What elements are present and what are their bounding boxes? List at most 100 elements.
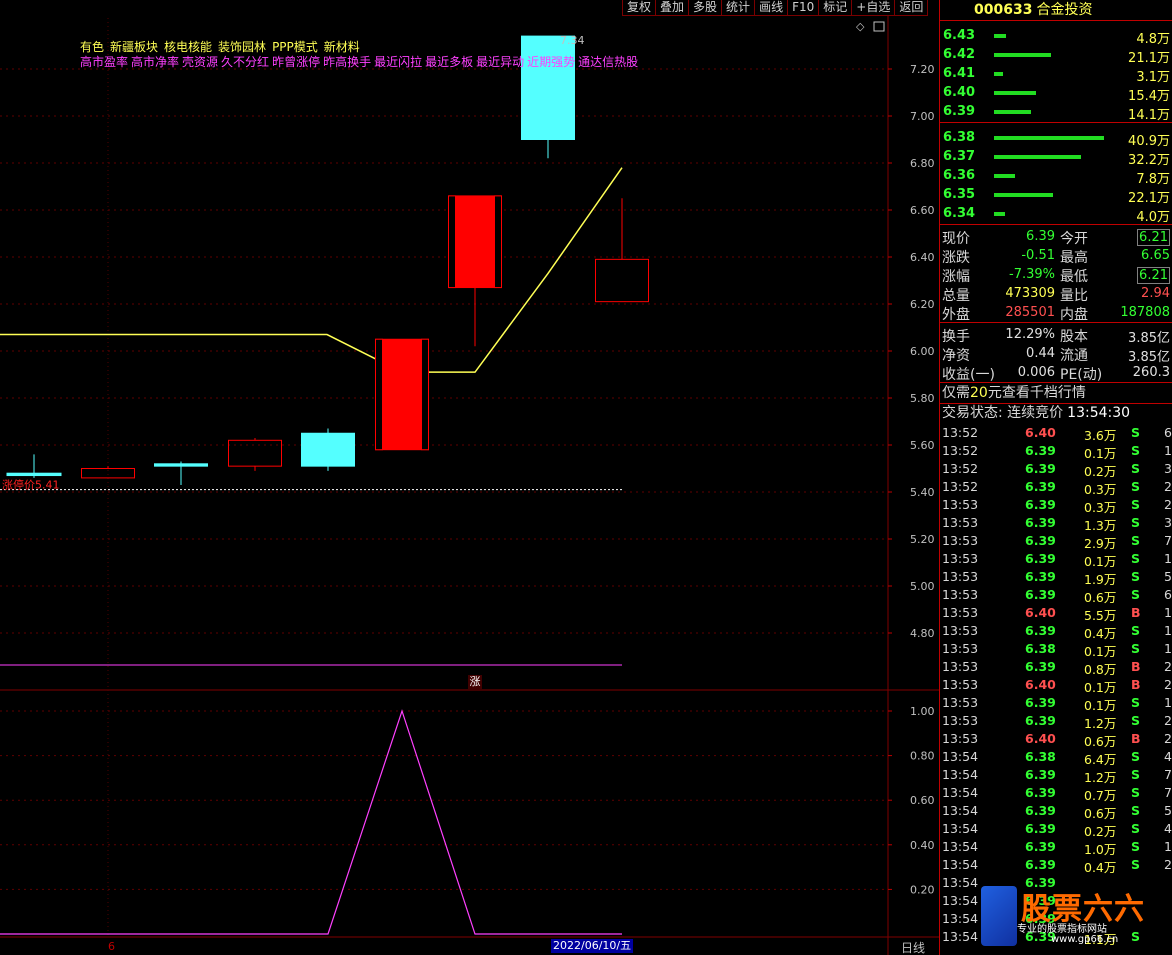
tick-count: 2 bbox=[1164, 731, 1172, 746]
feature-tag: 高市盈率 bbox=[80, 55, 129, 69]
ask-row: 6.41 3.1万 bbox=[940, 64, 1172, 85]
window-icon bbox=[873, 21, 885, 32]
tick-count: 2 bbox=[1164, 479, 1172, 494]
candle[interactable] bbox=[595, 198, 649, 303]
candle-edge bbox=[421, 338, 429, 451]
price-tick-label: 5.00 bbox=[910, 580, 935, 593]
book-volume-bar bbox=[994, 34, 1006, 38]
book-volume-bar bbox=[994, 110, 1031, 114]
candles[interactable] bbox=[6, 35, 649, 485]
tick-row: 13:53 6.39 0.1万 S 1 bbox=[940, 693, 1172, 713]
tick-list[interactable]: 13:52 6.40 3.6万 S 6 13:52 6.39 0.1万 S 1 13:52 6.39 0… bbox=[940, 423, 1172, 947]
concept-tag: 新疆板块 bbox=[110, 40, 159, 54]
tick-row: 13:53 6.40 0.6万 B 2 bbox=[940, 729, 1172, 749]
tick-side: S bbox=[1131, 443, 1141, 458]
tick-price: 6.40 bbox=[1025, 425, 1056, 440]
stats-label: 净资 bbox=[942, 348, 970, 364]
quote-label: 量比 bbox=[1060, 288, 1088, 304]
toolbar-button[interactable]: 返回 bbox=[894, 0, 929, 16]
ma-path bbox=[0, 167, 623, 373]
tick-row: 13:53 6.39 0.3万 S 2 bbox=[940, 495, 1172, 515]
tick-price: 6.39 bbox=[1025, 857, 1056, 872]
tick-side: S bbox=[1131, 461, 1141, 476]
price-tick-label: 5.20 bbox=[910, 533, 935, 546]
tick-count: 6 bbox=[1164, 587, 1172, 602]
kline-chart[interactable]: 7.20 7.00 6.80 6.60 6.40 6.20 6.00 5.80 5.60 5.40… bbox=[0, 0, 939, 955]
toolbar-button[interactable]: +自选 bbox=[851, 0, 896, 16]
tick-price: 6.39 bbox=[1025, 839, 1056, 854]
tick-count: 1 bbox=[1164, 551, 1172, 566]
tick-price: 6.40 bbox=[1025, 731, 1056, 746]
tick-time: 13:53 bbox=[942, 605, 979, 620]
toolbar-button[interactable]: 复权 bbox=[622, 0, 657, 16]
toolbar-button[interactable]: 多股 bbox=[688, 0, 723, 16]
stats-row: 净资 0.44 流通 3.85亿 bbox=[940, 344, 1172, 365]
cursor-date-label: 2022/06/10/五 bbox=[551, 939, 634, 953]
toolbar-button[interactable]: F10 bbox=[787, 0, 820, 16]
book-volume-bar bbox=[994, 136, 1104, 140]
candle[interactable] bbox=[81, 466, 135, 479]
candle[interactable] bbox=[228, 437, 282, 471]
tick-price: 6.40 bbox=[1025, 677, 1056, 692]
toolbar-button[interactable]: 画线 bbox=[754, 0, 789, 16]
price-tick-label: 7.20 bbox=[910, 63, 935, 76]
concept-tag: 有色 bbox=[80, 40, 105, 54]
tick-time: 13:54 bbox=[942, 875, 979, 890]
tick-time: 13:53 bbox=[942, 659, 979, 674]
candle[interactable] bbox=[154, 461, 208, 485]
stats-label: 流通 bbox=[1060, 348, 1088, 364]
tick-count: 5 bbox=[1164, 803, 1172, 818]
toolbar-button[interactable]: 叠加 bbox=[655, 0, 690, 16]
feature-tag: 高市净率 bbox=[131, 55, 180, 69]
tick-time: 13:54 bbox=[942, 893, 979, 908]
candle-body bbox=[6, 472, 62, 477]
tick-row: 13:54 6.39 0.7万 S 7 bbox=[940, 783, 1172, 803]
quote-value: 6.21 bbox=[1137, 229, 1170, 246]
stats-value: 0.44 bbox=[1026, 346, 1055, 361]
tick-price: 6.39 bbox=[1025, 713, 1056, 728]
moving-average-line bbox=[0, 167, 623, 373]
candle[interactable] bbox=[448, 195, 502, 347]
toolbar-button[interactable]: 标记 bbox=[818, 0, 853, 16]
indicator-tick-label: 0.60 bbox=[910, 794, 935, 807]
feature-tag: 壳资源 bbox=[182, 55, 219, 69]
level2-promo[interactable]: 仅需20元查看千档行情 bbox=[940, 383, 1172, 404]
tick-row: 13:53 6.40 0.1万 B 2 bbox=[940, 675, 1172, 695]
book-price: 6.42 bbox=[943, 47, 976, 62]
candle[interactable] bbox=[375, 338, 429, 451]
high-value-label: 7.34 bbox=[560, 34, 585, 47]
tick-time: 13:53 bbox=[942, 551, 979, 566]
candle[interactable] bbox=[301, 428, 355, 471]
quote-value: -0.51 bbox=[1021, 248, 1055, 263]
candle[interactable] bbox=[6, 454, 62, 478]
tick-count: 7 bbox=[1164, 533, 1172, 548]
quote-value: -7.39% bbox=[1009, 267, 1055, 282]
tick-time: 13:52 bbox=[942, 443, 979, 458]
tick-side: B bbox=[1131, 731, 1141, 746]
tick-row: 13:54 6.39 0.2万 S 4 bbox=[940, 819, 1172, 839]
tick-count: 4 bbox=[1164, 749, 1172, 764]
tick-count: 7 bbox=[1164, 767, 1172, 782]
tick-price: 6.39 bbox=[1025, 587, 1056, 602]
tick-side: S bbox=[1131, 551, 1141, 566]
tick-count: 1 bbox=[1164, 443, 1172, 458]
tick-side: B bbox=[1131, 677, 1141, 692]
tick-time: 13:54 bbox=[942, 785, 979, 800]
period-selector[interactable]: 日线 bbox=[901, 939, 925, 955]
quote-label: 涨跌 bbox=[942, 250, 970, 266]
toolbar-button[interactable]: 统计 bbox=[721, 0, 756, 16]
book-volume-bar bbox=[994, 91, 1036, 95]
tick-row: 13:52 6.40 3.6万 S 6 bbox=[940, 423, 1172, 443]
tick-side: S bbox=[1131, 425, 1141, 440]
month-marker: 6 bbox=[108, 940, 115, 953]
tick-time: 13:53 bbox=[942, 533, 979, 548]
tick-time: 13:53 bbox=[942, 569, 979, 584]
tick-count: 1 bbox=[1164, 695, 1172, 710]
stats-label: 股本 bbox=[1060, 329, 1088, 345]
stats-row: 换手 12.29% 股本 3.85亿 bbox=[940, 325, 1172, 346]
quote-label: 涨幅 bbox=[942, 269, 970, 285]
indicator-path bbox=[0, 709, 622, 935]
concept-tag: 新材料 bbox=[323, 40, 360, 54]
tick-count: 1 bbox=[1164, 641, 1172, 656]
quote-panel: 000633 合金投资 6.43 4.8万 6.42 21.1万 6.41 3.1万 6.40… bbox=[939, 0, 1172, 955]
